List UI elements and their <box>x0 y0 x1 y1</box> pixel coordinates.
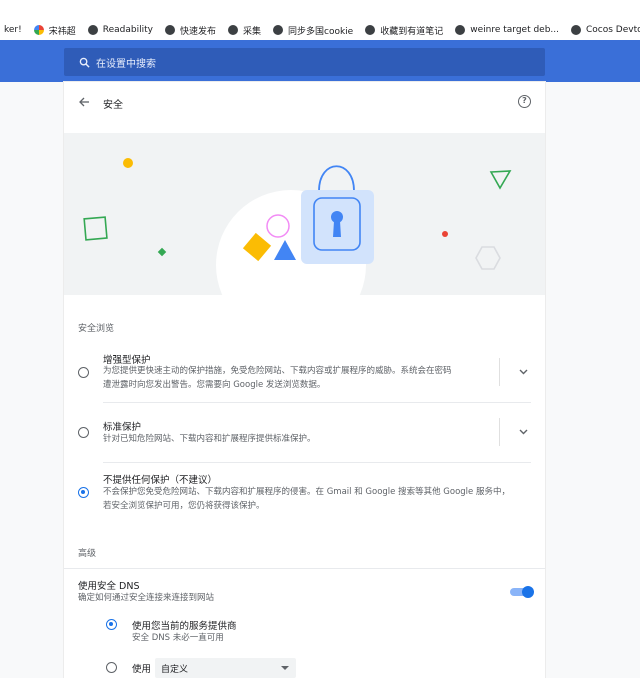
section-title-safe-browsing: 安全浏览 <box>78 324 115 334</box>
divider <box>64 568 545 569</box>
globe-icon <box>164 25 175 35</box>
bookmark-label: 同步多国cookie <box>288 26 354 37</box>
globe-icon <box>227 25 238 35</box>
globe-icon <box>365 25 376 35</box>
divider <box>103 402 531 403</box>
bookmark-7[interactable]: weinre target deb... <box>451 25 567 35</box>
option-title-no-protection: 不提供任何保护（不建议） <box>103 475 218 486</box>
bookmark-label: weinre target deb... <box>470 25 560 35</box>
option-desc-no-protection-line2: 若安全浏览保护可用，您仍将获得该保护。 <box>103 501 265 511</box>
select-value: 自定义 <box>161 664 189 675</box>
option-desc-enhanced-line1: 为您提供更快速主动的保护措施，免受危险网站、下载内容或扩展程序的威胁。系统会在密… <box>103 366 452 376</box>
option-desc-enhanced-line2: 遭泄露时向您发出警告。您需要向 Google 发送浏览数据。 <box>103 380 326 390</box>
bookmark-label: 快速发布 <box>179 26 216 37</box>
chevron-down-icon[interactable] <box>517 366 529 378</box>
section-title-advanced: 高级 <box>78 549 97 559</box>
bookmark-label: 宋祎超 <box>48 26 76 37</box>
current-provider-desc: 安全 DNS 未必一直可用 <box>132 633 224 643</box>
radio-no-protection[interactable] <box>78 487 89 498</box>
current-provider-title: 使用您当前的服务提供商 <box>132 621 237 632</box>
radio-standard-protection[interactable] <box>78 427 89 438</box>
toggle-knob <box>522 586 534 598</box>
option-title-standard: 标准保护 <box>103 422 142 433</box>
radio-current-provider[interactable] <box>106 619 117 630</box>
security-illustration <box>64 133 545 295</box>
divider-vertical <box>499 418 500 446</box>
left-background <box>0 82 64 678</box>
custom-provider-select[interactable]: 自定义 <box>155 658 296 678</box>
divider-vertical <box>499 358 500 386</box>
custom-provider-label: 使用 <box>132 664 152 675</box>
bookmark-0[interactable]: ker! <box>0 25 30 35</box>
bookmark-label: 采集 <box>242 26 261 37</box>
bookmark-6[interactable]: 收藏到有道笔记 <box>361 24 451 37</box>
globe-icon <box>455 25 466 35</box>
bookmark-4[interactable]: 采集 <box>224 24 269 37</box>
help-icon[interactable]: ? <box>518 95 531 108</box>
bookmark-5[interactable]: 同步多国cookie <box>269 24 361 37</box>
dropdown-caret-icon <box>281 666 289 670</box>
right-background <box>545 82 640 678</box>
globe-icon <box>273 25 283 35</box>
radio-custom-provider[interactable] <box>106 662 117 673</box>
option-desc-standard: 针对已知危险网站、下载内容和扩展程序提供标准保护。 <box>103 434 316 444</box>
chevron-down-icon[interactable] <box>517 426 529 438</box>
bookmark-2[interactable]: Readability <box>84 25 161 35</box>
bookmark-3[interactable]: 快速发布 <box>161 24 224 37</box>
bookmarks-bar: ker! 宋祎超 Readability 快速发布 采集 同步多国cookie … <box>0 20 640 40</box>
back-arrow-icon[interactable] <box>76 94 92 110</box>
search-icon <box>74 57 94 68</box>
security-settings-card: 安全 ? 安全浏览 增强型保护 为您提供更快速主动的保护措施，免受危险网站、下载… <box>64 82 545 678</box>
divider <box>103 462 531 463</box>
bookmark-label: Readability <box>102 25 153 35</box>
secure-dns-desc: 确定如何通过安全连接来连接到网站 <box>78 593 215 603</box>
radio-enhanced-protection[interactable] <box>78 367 89 378</box>
bookmark-1[interactable]: 宋祎超 <box>30 24 84 37</box>
colorful-logo-icon <box>33 25 44 35</box>
secure-dns-toggle[interactable] <box>510 586 534 598</box>
bookmark-label: 收藏到有道笔记 <box>380 26 444 37</box>
bookmark-8[interactable]: Cocos Devtools v... <box>567 25 640 35</box>
page-topbar: 安全 ? <box>64 82 545 122</box>
secure-dns-title: 使用安全 DNS <box>78 581 140 592</box>
search-placeholder: 在设置中搜索 <box>96 58 156 70</box>
option-desc-no-protection-line1: 不会保护您免受危险网站、下载内容和扩展程序的侵害。在 Gmail 和 Googl… <box>103 487 510 497</box>
page-title: 安全 <box>103 100 123 111</box>
search-input[interactable]: 在设置中搜索 <box>64 48 545 76</box>
globe-icon <box>87 25 98 35</box>
bookmark-label: Cocos Devtools v... <box>586 25 640 35</box>
globe-icon <box>571 25 582 35</box>
bookmark-label: ker! <box>4 25 22 35</box>
